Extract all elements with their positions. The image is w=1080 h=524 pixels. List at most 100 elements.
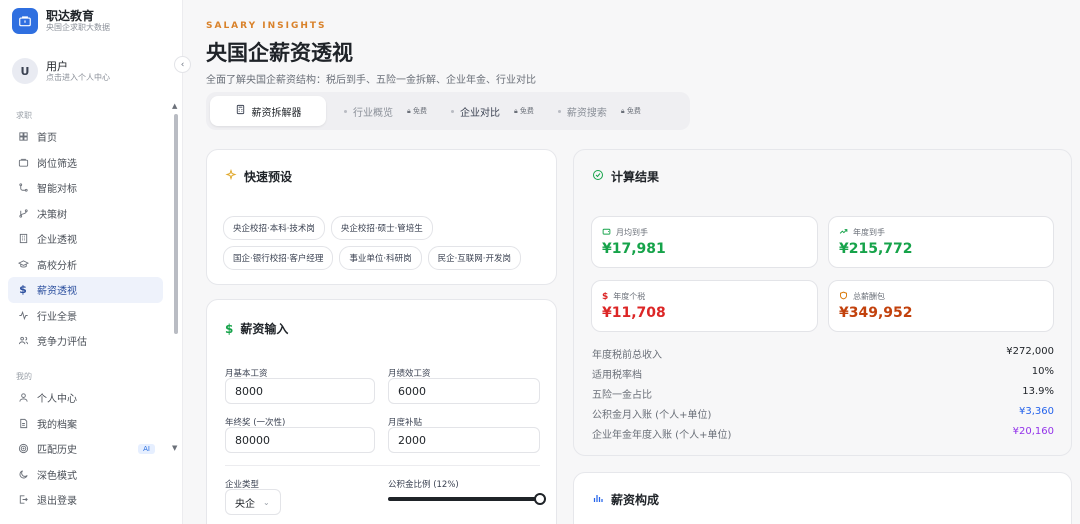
lock-icon: 🔒︎ 免费 — [513, 107, 534, 115]
performance-salary-input[interactable]: 6000 — [388, 378, 540, 404]
result-row: 公积金月入账 (个人+单位) ¥3,360 — [592, 406, 1054, 421]
result-row-value: ¥272,000 — [1006, 346, 1054, 357]
sidebar-item[interactable]: 深色模式 — [8, 462, 163, 488]
sidebar-item[interactable]: 退出登录 — [8, 487, 163, 513]
section-label-jobs: 求职 — [16, 111, 32, 120]
page-title: 央国企薪资透视 — [206, 41, 353, 65]
user-subtitle: 点击进入个人中心 — [46, 72, 110, 82]
chevron-down-icon: ⌄ — [263, 497, 270, 507]
sidebar-item[interactable]: 首页 — [8, 124, 163, 150]
dot-icon — [344, 109, 347, 113]
dollar-icon: $ — [225, 321, 234, 336]
scroll-thumb[interactable] — [174, 114, 178, 334]
sidebar-item[interactable]: 企业透视 — [8, 226, 163, 252]
dot-icon — [450, 109, 454, 113]
graduation-cap-icon — [17, 258, 29, 270]
sidebar-item-label: 首页 — [37, 133, 57, 145]
ai-badge: AI — [138, 443, 155, 454]
calculator-icon — [235, 104, 246, 118]
scroll-up-icon[interactable]: ▲ — [172, 102, 177, 110]
preset-chip[interactable]: 民企·互联网·开发岗 — [427, 246, 522, 270]
result-card: 计算结果 月均到手 ¥17,981 年度到手 ¥215,772 $ 年度个税 ¥… — [573, 149, 1072, 456]
page-eyebrow: SALARY INSIGHTS — [206, 21, 327, 31]
sidebar-item[interactable]: 匹配历史 AI — [8, 436, 163, 462]
sidebar-item[interactable]: 我的档案 — [8, 411, 163, 437]
branch-icon — [17, 207, 29, 219]
compare-icon — [17, 182, 29, 194]
salary-input-card: $ 薪资输入 月基本工资 8000 月绩效工资 6000 年终奖 (一次性) 8… — [206, 299, 557, 524]
composition-title: 薪资构成 — [592, 491, 659, 508]
result-tile-annual-tax: $ 年度个税 ¥11,708 — [591, 280, 818, 332]
sidebar-item[interactable]: 竞争力评估 — [8, 328, 163, 354]
year-end-bonus-input[interactable]: 80000 — [225, 427, 375, 453]
brand[interactable]: 职达教育 央国企求职大数据 — [12, 8, 110, 34]
briefcase-logo-icon — [12, 8, 38, 34]
section-label-mine: 我的 — [16, 372, 32, 381]
result-row-value: ¥20,160 — [1012, 426, 1054, 437]
result-tile-annual-net: 年度到手 ¥215,772 — [828, 216, 1054, 268]
scroll-down-icon[interactable]: ▼ — [172, 444, 177, 452]
page-subtitle: 全面了解央国企薪资结构：税后到手、五险一金拆解、企业年金、行业对比 — [206, 75, 536, 86]
sidebar-scrollbar[interactable]: ▲ ▼ — [172, 102, 180, 454]
tab-label: 企业对比 — [459, 107, 500, 119]
result-tile-value: ¥215,772 — [839, 241, 913, 257]
sidebar-item[interactable]: 岗位筛选 — [8, 150, 163, 176]
composition-title-text: 薪资构成 — [611, 493, 660, 507]
sidebar-item-label: 高校分析 — [37, 260, 77, 272]
chevron-left-icon[interactable]: ‹ — [174, 56, 191, 73]
housing-fund-ratio-label: 公积金比例 (12%) — [388, 480, 459, 490]
sidebar-item[interactable]: 智能对标 — [8, 175, 163, 201]
briefcase-icon — [17, 156, 29, 168]
sidebar: 职达教育 央国企求职大数据 U 用户 点击进入个人中心 求职 首页岗位筛选智能对… — [0, 0, 183, 524]
bar-chart-icon — [592, 492, 604, 507]
preset-chip[interactable]: 央企校招·硕士·管培生 — [330, 216, 433, 240]
tab-salary-search[interactable]: 薪资搜索 🔒︎ 免费 — [546, 96, 653, 126]
sidebar-item[interactable]: 行业全景 — [8, 303, 163, 329]
preset-chip[interactable]: 事业单位·科研岗 — [339, 246, 422, 270]
preset-chip[interactable]: 央企校招·本科·技术岗 — [223, 216, 325, 240]
avatar: U — [12, 58, 38, 84]
result-tile-label: 月均到手 — [602, 227, 648, 238]
salary-input-title-text: 薪资输入 — [240, 322, 289, 336]
result-tile-monthly-net: 月均到手 ¥17,981 — [591, 216, 818, 268]
preset-chip-list: 央企校招·本科·技术岗 央企校招·硕士·管培生 国企·银行校招·客户经理 事业单… — [223, 216, 523, 270]
presets-title-text: 快速预设 — [244, 170, 293, 184]
sidebar-item-label: 薪资透视 — [37, 286, 77, 298]
tab-salary-breakdown[interactable]: 薪资拆解器 — [210, 96, 326, 126]
result-title-text: 计算结果 — [611, 170, 660, 184]
sidebar-item[interactable]: 决策树 — [8, 201, 163, 227]
housing-fund-slider-track[interactable] — [388, 497, 540, 501]
result-row-value: 10% — [1031, 366, 1054, 377]
sidebar-item[interactable]: 个人中心 — [8, 385, 163, 411]
sidebar-item-label: 竞争力评估 — [37, 337, 87, 349]
result-tile-label: 总薪酬包 — [839, 291, 885, 302]
sidebar-item-label: 行业全景 — [37, 311, 77, 323]
company-type-select[interactable]: 央企 ⌄ — [225, 489, 281, 515]
sidebar-item-label: 岗位筛选 — [37, 158, 77, 170]
sidebar-item-label: 我的档案 — [37, 419, 77, 431]
user-icon — [17, 392, 29, 404]
user-profile[interactable]: U 用户 点击进入个人中心 — [12, 58, 110, 84]
sidebar-item-label: 深色模式 — [37, 470, 77, 482]
nav-secondary: 个人中心我的档案匹配历史 AI 深色模式退出登录 — [8, 385, 163, 513]
grid-icon — [17, 131, 29, 143]
tab-label: 薪资拆解器 — [251, 107, 302, 119]
base-salary-input[interactable]: 8000 — [225, 378, 375, 404]
dot-icon — [557, 109, 561, 113]
user-name: 用户 — [46, 59, 68, 73]
file-icon — [17, 417, 29, 429]
tab-company-compare[interactable]: 企业对比 🔒︎ 免费 — [439, 96, 546, 126]
preset-chip[interactable]: 国企·银行校招·客户经理 — [223, 246, 334, 270]
result-row-label: 适用税率档 — [592, 370, 642, 381]
logout-icon — [17, 494, 29, 506]
brand-title: 职达教育 — [46, 9, 95, 23]
tab-industry-overview[interactable]: 行业概览 🔒︎ 免费 — [332, 96, 439, 126]
sparkle-icon — [225, 168, 237, 184]
result-row: 适用税率档 10% — [592, 366, 1054, 381]
housing-fund-slider-thumb[interactable] — [534, 493, 546, 505]
sidebar-item[interactable]: 高校分析 — [8, 252, 163, 278]
lock-label: 免费 — [519, 107, 534, 115]
result-tile-label-text: 总薪酬包 — [853, 292, 885, 301]
monthly-allowance-input[interactable]: 2000 — [388, 427, 540, 453]
sidebar-item[interactable]: $ 薪资透视 — [8, 277, 163, 303]
